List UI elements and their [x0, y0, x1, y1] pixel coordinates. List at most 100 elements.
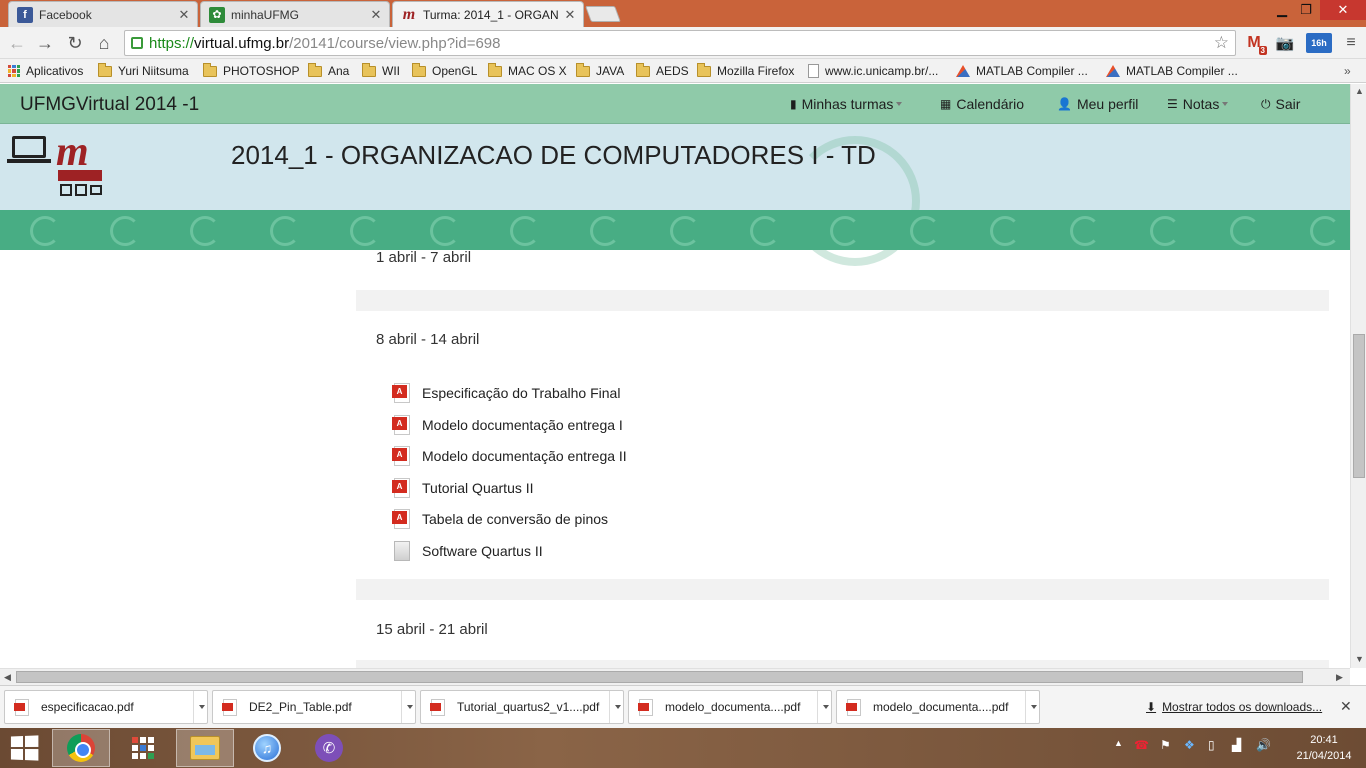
calendar-extension-icon[interactable]: 16h	[1306, 33, 1332, 53]
bookmark-star-icon[interactable]: ☆	[1214, 33, 1229, 53]
camera-extension-icon[interactable]: 📷	[1274, 33, 1296, 53]
activity-link[interactable]: Tutorial Quartus II	[422, 480, 534, 496]
windows-start-icon[interactable]	[10, 735, 39, 761]
section-divider	[356, 579, 1329, 600]
vertical-scroll-thumb[interactable]	[1353, 334, 1365, 478]
tab-moodle-course[interactable]: m Turma: 2014_1 - ORGANIZ ✕	[392, 1, 584, 27]
tab-facebook[interactable]: f Facebook ✕	[8, 1, 198, 27]
new-tab-button[interactable]	[585, 6, 621, 22]
activity-item[interactable]: A Especificação do Trabalho Final	[392, 382, 620, 404]
activity-link[interactable]: Tabela de conversão de pinos	[422, 511, 608, 527]
system-clock[interactable]: 20:41 21/04/2014	[1296, 732, 1352, 764]
more-bookmarks-icon[interactable]: »	[1344, 62, 1351, 80]
download-item[interactable]: modelo_documenta....pdf	[836, 690, 1040, 724]
bookmark-matlab[interactable]: MATLAB Compiler ...	[956, 62, 1088, 80]
bookmark-folder[interactable]: Yuri Niitsuma	[98, 62, 189, 80]
battery-tray-icon[interactable]: ▯	[1208, 738, 1215, 752]
menu-icon[interactable]: ≡	[1340, 33, 1362, 53]
close-window-icon[interactable]: ✕	[1320, 0, 1366, 20]
scroll-up-icon[interactable]: ▲	[1355, 86, 1364, 96]
bookmark-label: Yuri Niitsuma	[118, 64, 189, 78]
vertical-scrollbar[interactable]: ▲ ▼	[1350, 84, 1366, 668]
download-item[interactable]: especificacao.pdf	[4, 690, 208, 724]
flag-tray-icon[interactable]: ⚑	[1160, 738, 1171, 752]
restore-icon[interactable]: ❐	[1294, 0, 1318, 20]
scroll-right-icon[interactable]: ▶	[1336, 672, 1343, 683]
volume-tray-icon[interactable]: 🔊	[1256, 738, 1271, 752]
bookmark-folder[interactable]: MAC OS X	[488, 62, 567, 80]
scroll-down-icon[interactable]: ▼	[1355, 654, 1364, 664]
bookmark-label: Mozilla Firefox	[717, 64, 795, 78]
bookmark-folder[interactable]: PHOTOSHOP	[203, 62, 299, 80]
forward-icon[interactable]: →	[34, 33, 56, 53]
folder-icon	[203, 62, 217, 77]
bookmark-folder[interactable]: WII	[362, 62, 400, 80]
bookmark-folder[interactable]: OpenGL	[412, 62, 477, 80]
nav-label: Notas	[1182, 96, 1220, 112]
taskbar-viber[interactable]: ✆	[300, 729, 358, 767]
bookmark-apps[interactable]: Aplicativos	[8, 62, 83, 80]
caret-down-icon[interactable]	[609, 691, 623, 723]
minimize-icon[interactable]: ▁	[1270, 0, 1294, 20]
nav-meu-perfil[interactable]: 👤 Meu perfil	[1057, 96, 1138, 112]
address-bar[interactable]: https://virtual.ufmg.br/20141/course/vie…	[124, 30, 1236, 56]
close-download-shelf-icon[interactable]: ✕	[1340, 698, 1352, 715]
download-item[interactable]: DE2_Pin_Table.pdf	[212, 690, 416, 724]
activity-item[interactable]: Software Quartus II	[392, 540, 543, 562]
nav-sair[interactable]: ⏻ Sair	[1261, 96, 1300, 112]
phone-tray-icon[interactable]: ☎	[1134, 738, 1149, 752]
back-icon[interactable]: ←	[6, 33, 28, 53]
taskbar-explorer[interactable]	[176, 729, 234, 767]
dropbox-tray-icon[interactable]: ❖	[1184, 738, 1195, 752]
taskbar-itunes[interactable]: ♫	[238, 729, 296, 767]
url-scheme: https://	[149, 34, 195, 52]
list-icon: ☰	[1167, 97, 1178, 111]
reload-icon[interactable]: ↻	[64, 33, 86, 53]
bookmark-label: www.ic.unicamp.br/...	[825, 64, 939, 78]
moodle-logo[interactable]: m	[56, 128, 89, 176]
caret-down-icon[interactable]	[401, 691, 415, 723]
taskbar-apps[interactable]	[114, 729, 172, 767]
nav-minhas-turmas[interactable]: ▮ Minhas turmas	[790, 96, 903, 112]
caret-down-icon[interactable]	[1025, 691, 1039, 723]
download-item[interactable]: modelo_documenta....pdf	[628, 690, 832, 724]
pdf-icon	[222, 698, 237, 716]
taskbar-chrome[interactable]	[52, 729, 110, 767]
activity-link[interactable]: Especificação do Trabalho Final	[422, 385, 620, 401]
activity-item[interactable]: A Modelo documentação entrega I	[392, 414, 623, 436]
horizontal-scroll-thumb[interactable]	[16, 671, 1303, 683]
activity-item[interactable]: A Modelo documentação entrega II	[392, 445, 627, 467]
activity-link[interactable]: Modelo documentação entrega I	[422, 417, 623, 433]
caret-down-icon[interactable]	[193, 691, 207, 723]
close-tab-icon[interactable]: ✕	[369, 7, 383, 23]
site-brand[interactable]: UFMGVirtual 2014 -1	[20, 94, 199, 116]
url-text[interactable]: https://virtual.ufmg.br/20141/course/vie…	[149, 35, 501, 52]
minhaufmg-icon: ✿	[209, 6, 225, 23]
download-item[interactable]: Tutorial_quartus2_v1....pdf	[420, 690, 624, 724]
activity-item[interactable]: A Tutorial Quartus II	[392, 477, 534, 499]
nav-notas[interactable]: ☰ Notas	[1167, 96, 1229, 112]
home-icon[interactable]: ⌂	[93, 33, 115, 53]
bookmark-page[interactable]: www.ic.unicamp.br/...	[808, 62, 938, 80]
bookmark-folder[interactable]: AEDS	[636, 62, 689, 80]
bookmark-folder[interactable]: Mozilla Firefox	[697, 62, 794, 80]
file-explorer-icon	[190, 736, 220, 760]
activity-item[interactable]: A Tabela de conversão de pinos	[392, 508, 608, 530]
bookmark-folder[interactable]: JAVA	[576, 62, 624, 80]
scroll-left-icon[interactable]: ◀	[4, 672, 11, 683]
caret-down-icon[interactable]	[817, 691, 831, 723]
activity-link[interactable]: Software Quartus II	[422, 543, 543, 559]
activity-link[interactable]: Modelo documentação entrega II	[422, 448, 627, 464]
horizontal-scrollbar[interactable]: ◀ ▶	[0, 668, 1350, 685]
gmail-extension-icon[interactable]: M3	[1243, 33, 1267, 55]
bookmark-matlab[interactable]: MATLAB Compiler ...	[1106, 62, 1238, 80]
pdf-icon	[638, 698, 653, 716]
bookmark-folder[interactable]: Ana	[308, 62, 349, 80]
show-all-downloads-link[interactable]: ⬇ Mostrar todos os downloads...	[1146, 700, 1322, 714]
signal-tray-icon[interactable]: ▟	[1232, 738, 1241, 752]
tab-minhaufmg[interactable]: ✿ minhaUFMG ✕	[200, 1, 390, 27]
close-tab-icon[interactable]: ✕	[563, 7, 577, 23]
close-tab-icon[interactable]: ✕	[177, 7, 191, 23]
show-hidden-icons[interactable]: ▲	[1114, 738, 1123, 748]
nav-calendario[interactable]: ▦ Calendário	[940, 96, 1024, 112]
